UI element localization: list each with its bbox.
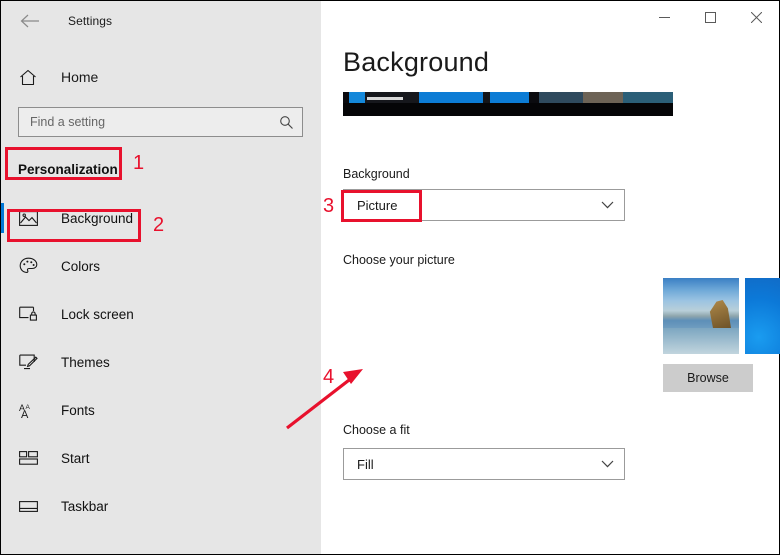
sidebar-item-colors[interactable]: Colors xyxy=(1,242,321,290)
sidebar: Settings Home Personalization xyxy=(1,1,321,554)
sidebar-item-label: Lock screen xyxy=(61,306,134,322)
sidebar-item-taskbar[interactable]: Taskbar xyxy=(1,482,321,530)
preview-taskbar xyxy=(343,103,673,116)
svg-text:A: A xyxy=(21,409,29,419)
sidebar-item-label: Themes xyxy=(61,354,110,370)
maximize-icon[interactable] xyxy=(687,1,733,33)
windows-logo-blue-wallpaper[interactable] xyxy=(745,278,780,354)
annotation-number-3: 3 xyxy=(323,195,335,217)
background-type-label: Background xyxy=(343,167,410,181)
picture-thumbnail-list xyxy=(663,278,780,354)
page-title: Background xyxy=(343,47,490,77)
search-icon[interactable] xyxy=(279,115,294,130)
sidebar-item-label: Taskbar xyxy=(61,498,109,514)
beach-sea-stack-wallpaper[interactable] xyxy=(663,278,739,354)
chevron-down-icon[interactable] xyxy=(601,460,614,468)
annotation-number-4: 4 xyxy=(323,366,335,388)
image-icon xyxy=(19,208,41,228)
sidebar-item-label: Fonts xyxy=(61,402,95,418)
sidebar-item-label: Start xyxy=(61,450,90,466)
sidebar-item-label: Colors xyxy=(61,258,101,274)
home-icon xyxy=(19,69,41,86)
themes-brush-icon xyxy=(19,352,41,372)
desktop-preview xyxy=(343,92,673,116)
sidebar-item-themes[interactable]: Themes xyxy=(1,338,321,386)
search-box[interactable] xyxy=(18,107,303,137)
preview-window-titlebar xyxy=(367,97,403,100)
title-bar: Settings xyxy=(1,1,321,41)
home-label: Home xyxy=(61,69,99,85)
app-title: Settings xyxy=(68,14,113,28)
search-container xyxy=(1,95,321,137)
main-content: Background Background Picture Choose you… xyxy=(321,1,780,554)
annotation-number-1: 1 xyxy=(133,152,145,174)
sidebar-item-label: Background xyxy=(61,210,134,226)
choose-picture-label: Choose your picture xyxy=(343,253,455,267)
background-type-dropdown[interactable]: Picture xyxy=(343,189,625,221)
browse-button[interactable]: Browse xyxy=(663,364,753,392)
settings-window: Settings Home Personalization xyxy=(0,0,780,555)
choose-fit-label: Choose a fit xyxy=(343,423,410,437)
window-controls xyxy=(641,1,779,33)
choose-fit-value: Fill xyxy=(357,456,374,472)
background-type-value: Picture xyxy=(357,197,398,213)
sidebar-nav: Background Colors Lock screen Themes A A… xyxy=(1,194,321,530)
sidebar-item-lock-screen[interactable]: Lock screen xyxy=(1,290,321,338)
sidebar-item-home[interactable]: Home xyxy=(1,59,321,95)
personalization-section-title: Personalization xyxy=(18,162,118,177)
palette-icon xyxy=(19,256,41,276)
back-arrow-icon[interactable] xyxy=(15,7,45,35)
sidebar-item-start[interactable]: Start xyxy=(1,434,321,482)
start-tiles-icon xyxy=(19,448,41,468)
chevron-down-icon[interactable] xyxy=(601,201,614,209)
minimize-icon[interactable] xyxy=(641,1,687,33)
lock-screen-icon xyxy=(19,304,41,324)
choose-fit-dropdown[interactable]: Fill xyxy=(343,448,625,480)
close-icon[interactable] xyxy=(733,1,779,33)
annotation-number-2: 2 xyxy=(153,214,165,236)
taskbar-icon xyxy=(19,496,41,516)
search-input[interactable] xyxy=(30,115,279,129)
fonts-aa-icon: A A A xyxy=(19,400,41,420)
sidebar-item-fonts[interactable]: A A A Fonts xyxy=(1,386,321,434)
